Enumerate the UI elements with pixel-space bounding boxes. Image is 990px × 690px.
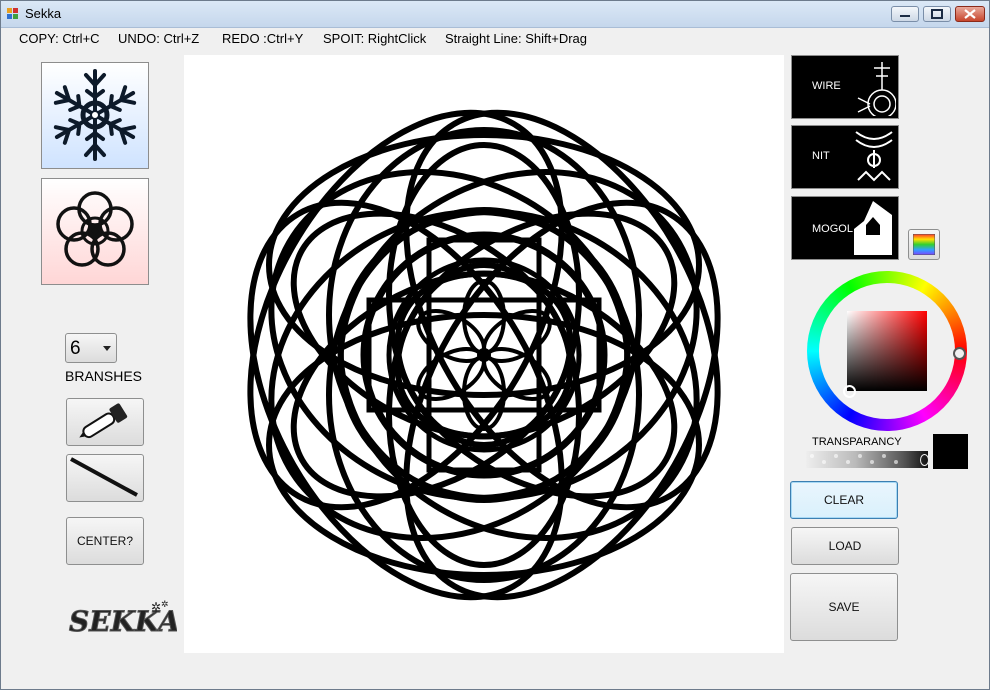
snowflake-preset-button[interactable]	[41, 62, 149, 169]
mogol-pattern-icon	[854, 201, 892, 255]
maximize-button[interactable]	[923, 6, 951, 22]
color-wheel[interactable]	[807, 271, 967, 431]
mode-wire-label: WIRE	[812, 80, 841, 92]
palette-button[interactable]	[908, 229, 940, 260]
transparency-label: TRANSPARANCY	[812, 436, 902, 448]
chevron-down-icon	[103, 346, 111, 351]
transparency-slider[interactable]	[806, 451, 929, 468]
minimize-button[interactable]	[891, 6, 919, 22]
clear-button[interactable]: CLEAR	[790, 481, 898, 519]
branches-value: 6	[70, 338, 81, 359]
app-window: Sekka COPY: Ctrl+C UNDO: Ctrl+Z REDO :Ct…	[0, 0, 990, 690]
current-color-swatch	[933, 434, 968, 469]
saturation-value-square[interactable]	[847, 311, 927, 391]
center-button[interactable]: CENTER?	[66, 517, 144, 565]
title-bar: Sekka	[1, 1, 989, 28]
wire-pattern-icon	[857, 62, 896, 116]
minimize-icon	[900, 15, 910, 17]
close-button[interactable]	[955, 6, 985, 22]
maximize-icon	[931, 9, 943, 19]
flower-icon	[56, 191, 134, 267]
drawing-canvas[interactable]	[184, 55, 784, 653]
shortcut-hints: COPY: Ctrl+C UNDO: Ctrl+Z REDO :Ctrl+Y S…	[1, 28, 989, 50]
window-title: Sekka	[25, 6, 62, 21]
dropper-tool-button[interactable]	[66, 398, 144, 446]
mode-nit-button[interactable]: NIT	[791, 125, 899, 189]
mode-nit-label: NIT	[812, 150, 830, 162]
shortcut-copy: COPY: Ctrl+C	[19, 31, 100, 46]
snowflake-icon	[50, 69, 140, 161]
svg-text:✲: ✲	[161, 599, 169, 609]
sekka-logo: SEKKA ✲ ✲	[67, 593, 181, 641]
close-icon	[964, 9, 976, 19]
flower-preset-button[interactable]	[41, 178, 149, 285]
svg-text:✲: ✲	[151, 600, 161, 614]
branches-label: BRANSHES	[65, 368, 143, 384]
nit-pattern-icon	[855, 131, 893, 182]
shortcut-straight-line: Straight Line: Shift+Drag	[445, 31, 587, 46]
load-button[interactable]: LOAD	[791, 527, 899, 565]
mode-mogol-label: MOGOL	[812, 223, 853, 235]
line-tool-button[interactable]	[66, 454, 144, 502]
hue-handle[interactable]	[953, 347, 966, 360]
kaleidoscope-pattern	[184, 55, 784, 653]
app-icon	[7, 8, 18, 19]
rainbow-palette-icon	[913, 234, 935, 255]
mode-mogol-button[interactable]: MOGOL	[791, 196, 899, 260]
checker-pattern	[810, 454, 898, 464]
mode-wire-button[interactable]: WIRE	[791, 55, 899, 119]
save-button[interactable]: SAVE	[790, 573, 898, 641]
shortcut-redo: REDO :Ctrl+Y	[222, 31, 304, 46]
dropper-icon	[79, 403, 128, 439]
shortcut-undo: UNDO: Ctrl+Z	[118, 31, 200, 46]
shortcut-spoit: SPOIT: RightClick	[323, 31, 427, 46]
branches-dropdown[interactable]: 6	[65, 333, 117, 363]
sv-handle[interactable]	[843, 385, 856, 398]
diagonal-line-icon	[70, 457, 138, 497]
transparency-handle[interactable]	[920, 454, 929, 466]
